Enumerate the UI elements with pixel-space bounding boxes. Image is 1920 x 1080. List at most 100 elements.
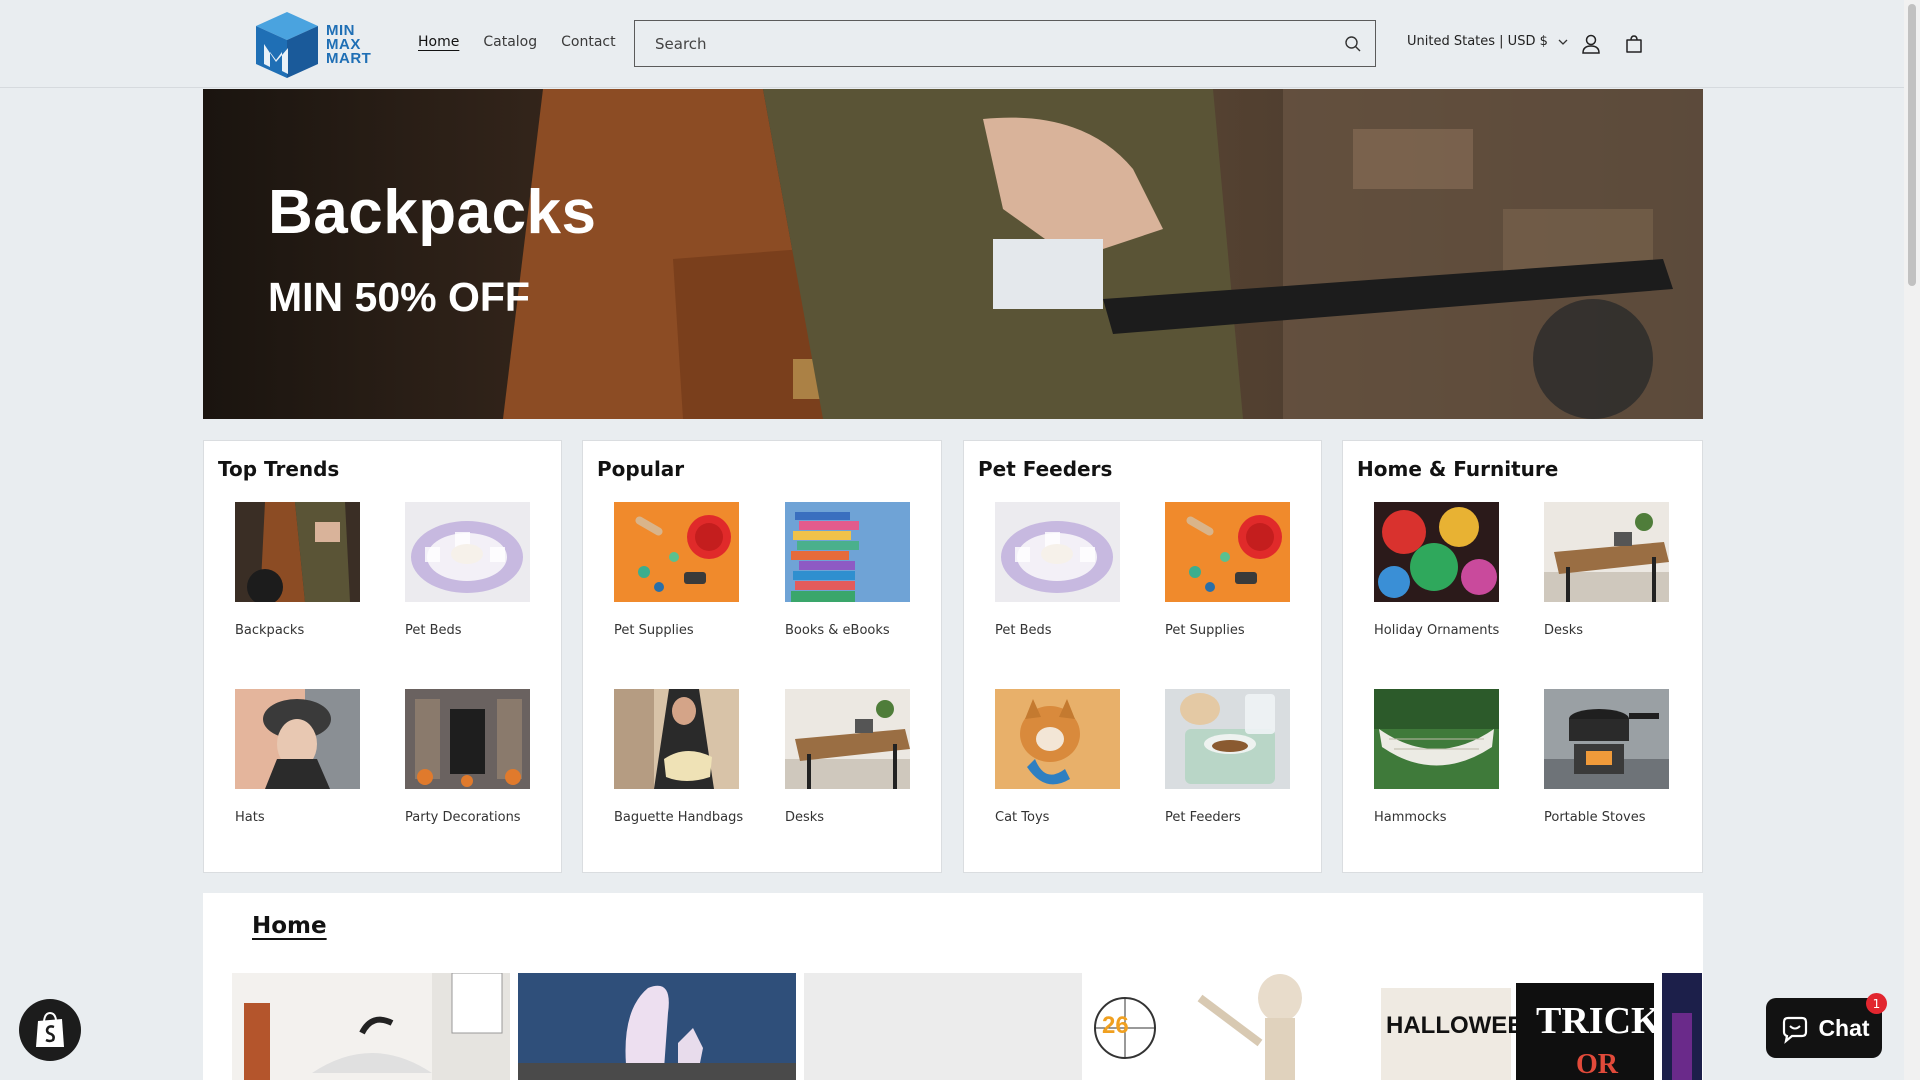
home-collection-section: Home 26 HALLOWEEN TRICK OR: [203, 893, 1703, 1080]
hero-image: [203, 89, 1703, 419]
country-label: United States | USD $: [1407, 34, 1548, 49]
tile-label: Desks: [785, 810, 825, 825]
tile-label: Baguette Handbags: [614, 810, 744, 825]
hammocks-image: [1374, 689, 1499, 789]
tile-label: Pet Feeders: [1165, 810, 1241, 825]
category-card-popular: Popular Pet Supplies Books & eBooks Bagu…: [582, 440, 942, 873]
section-title-home[interactable]: Home: [252, 913, 327, 939]
card-title: Popular: [597, 457, 685, 481]
tile-label: Desks: [1544, 623, 1584, 638]
pet-supplies-image: [1165, 502, 1290, 602]
product-image-partial: [1662, 973, 1702, 1080]
tile-pet-supplies[interactable]: Pet Supplies: [614, 502, 739, 638]
scrollbar-thumb[interactable]: [1908, 4, 1916, 286]
party-decorations-image: [405, 689, 530, 789]
desk-image: [785, 689, 910, 789]
tile-label: Backpacks: [235, 623, 305, 638]
country-selector[interactable]: United States | USD $: [1407, 34, 1568, 49]
logo-wordmark: MIN MAX MART: [326, 23, 372, 67]
tile-pet-beds[interactable]: Pet Beds: [995, 502, 1120, 638]
cat-toys-image: [995, 689, 1120, 789]
product-image-placeholder: [804, 973, 1082, 1080]
site-logo[interactable]: MIN MAX MART: [250, 8, 382, 82]
tile-portable-stoves[interactable]: Portable Stoves: [1544, 689, 1669, 825]
chat-bubble-icon: [1783, 1016, 1808, 1044]
chat-unread-badge: 1: [1866, 993, 1887, 1014]
tile-label: Hats: [235, 810, 265, 825]
search-icon: [1345, 35, 1361, 51]
card-title: Top Trends: [218, 457, 340, 481]
search-box: [634, 20, 1376, 67]
svg-text:TRICK: TRICK: [1536, 1000, 1654, 1042]
tile-books[interactable]: Books & eBooks: [785, 502, 910, 638]
nav-catalog[interactable]: Catalog: [483, 34, 537, 50]
tile-pet-supplies[interactable]: Pet Supplies: [1165, 502, 1290, 638]
account-icon: [1582, 34, 1600, 54]
tile-label: Pet Beds: [405, 623, 462, 638]
product-card[interactable]: 26: [1090, 973, 1368, 1080]
product-card[interactable]: [1662, 973, 1702, 1080]
main-nav: Home Catalog Contact: [418, 34, 616, 50]
svg-text:26: 26: [1102, 1012, 1129, 1039]
tile-label: Pet Beds: [995, 623, 1052, 638]
page-scrollbar[interactable]: [1904, 0, 1920, 1080]
card-title: Pet Feeders: [978, 457, 1113, 481]
tile-label: Cat Toys: [995, 810, 1050, 825]
tile-party-decorations[interactable]: Party Decorations: [405, 689, 530, 825]
chat-button[interactable]: Chat: [1766, 998, 1882, 1058]
product-image-skeleton: 26: [1090, 973, 1368, 1080]
tile-pet-beds[interactable]: Pet Beds: [405, 502, 530, 638]
hero-title: Backpacks: [268, 178, 597, 247]
tile-desks[interactable]: Desks: [1544, 502, 1669, 638]
holiday-ornaments-image: [1374, 502, 1499, 602]
product-card[interactable]: [232, 973, 510, 1080]
pet-bed-image: [405, 502, 530, 602]
svg-text:OR: OR: [1576, 1049, 1619, 1080]
shopify-badge[interactable]: [19, 999, 81, 1061]
tile-desks[interactable]: Desks: [785, 689, 910, 825]
product-card[interactable]: HALLOWEEN TRICK OR: [1376, 973, 1654, 1080]
tile-cat-toys[interactable]: Cat Toys: [995, 689, 1120, 825]
product-image-pillows: HALLOWEENTRICKOR: [1376, 973, 1654, 1080]
chat-label: Chat: [1818, 1014, 1870, 1041]
product-card[interactable]: [804, 973, 1082, 1080]
tile-holiday-ornaments[interactable]: Holiday Ornaments: [1374, 502, 1499, 638]
chevron-down-icon: [1558, 39, 1568, 45]
product-image-ghost: [518, 973, 796, 1080]
tile-label: Holiday Ornaments: [1374, 623, 1500, 638]
backpacks-image: [235, 502, 360, 602]
logo-line-3: MART: [326, 50, 372, 67]
cart-button[interactable]: [1620, 30, 1648, 58]
pet-supplies-image: [614, 502, 739, 602]
category-card-pet-feeders: Pet Feeders Pet Beds Pet Supplies Cat To…: [963, 440, 1322, 873]
shopify-bag-icon: [36, 1011, 64, 1047]
nav-home[interactable]: Home: [418, 34, 459, 50]
site-header: MIN MAX MART Home Catalog Contact United…: [0, 0, 1904, 88]
tile-label: Books & eBooks: [785, 623, 890, 638]
pet-feeders-image: [1165, 689, 1290, 789]
category-card-top-trends: Top Trends Backpacks Pet Beds Hats Party…: [203, 440, 562, 873]
account-button[interactable]: [1577, 30, 1605, 58]
tile-label: Hammocks: [1374, 810, 1447, 825]
hero-banner[interactable]: Backpacks MIN 50% OFF: [203, 89, 1703, 419]
hats-image: [235, 689, 360, 789]
search-button[interactable]: [1331, 21, 1375, 66]
tile-label: Pet Supplies: [1165, 623, 1245, 638]
tile-baguette-handbags[interactable]: Baguette Handbags: [614, 689, 744, 825]
product-strip: 26 HALLOWEEN TRICK OR: [232, 973, 1702, 1080]
product-card[interactable]: [518, 973, 796, 1080]
nav-contact[interactable]: Contact: [561, 34, 615, 50]
product-image-pumpkin: [232, 973, 510, 1080]
logo-cube-icon: [256, 12, 318, 78]
tile-label: Portable Stoves: [1544, 810, 1646, 825]
handbags-image: [614, 689, 739, 789]
tile-backpacks[interactable]: Backpacks: [235, 502, 360, 638]
pet-bed-image: [995, 502, 1120, 602]
tile-hats[interactable]: Hats: [235, 689, 360, 825]
tile-pet-feeders[interactable]: Pet Feeders: [1165, 689, 1290, 825]
books-image: [785, 502, 910, 602]
portable-stoves-image: [1544, 689, 1669, 789]
tile-hammocks[interactable]: Hammocks: [1374, 689, 1499, 825]
cart-icon: [1626, 35, 1642, 53]
search-input[interactable]: [635, 21, 1331, 66]
